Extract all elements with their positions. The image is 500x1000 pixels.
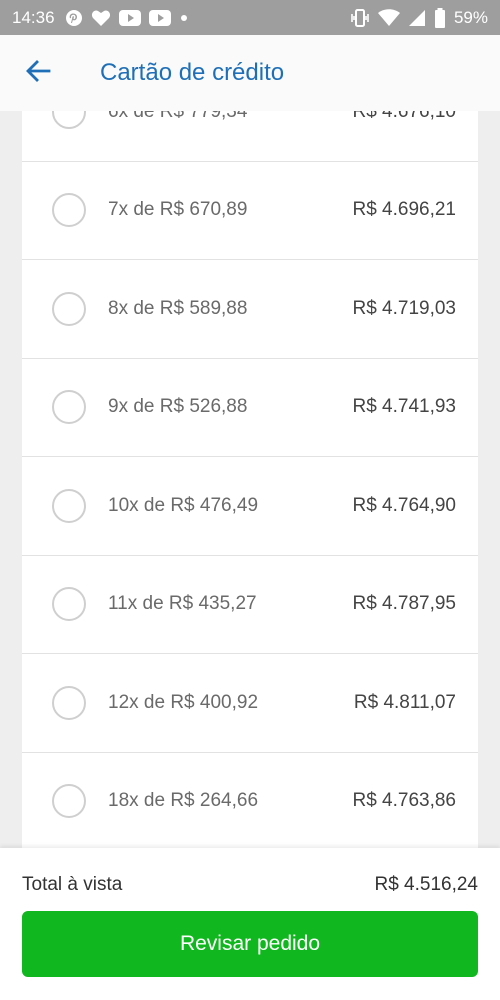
installment-total: R$ 4.763,86 [352,790,456,812]
installment-label: 11x de R$ 435,27 [108,593,257,615]
installment-label: 9x de R$ 526,88 [108,396,248,418]
review-order-button[interactable]: Revisar pedido [22,911,478,977]
installment-label: 12x de R$ 400,92 [108,691,259,713]
back-button[interactable] [0,35,76,111]
installment-label: 18x de R$ 264,66 [108,790,259,812]
youtube-icon [148,9,171,26]
cash-total-label: Total à vista [22,874,123,895]
radio-button[interactable] [52,488,86,523]
installment-option[interactable]: 6x de R$ 779,34 R$ 4.676,10 [22,111,478,162]
radio-button[interactable] [52,390,86,425]
installment-option[interactable]: 10x de R$ 476,49 R$ 4.764,90 [22,457,478,556]
installment-option[interactable]: 7x de R$ 670,89 R$ 4.696,21 [22,162,478,260]
installment-total: R$ 4.719,03 [352,297,456,319]
installment-label: 6x de R$ 779,34 [108,111,248,122]
installment-option[interactable]: 11x de R$ 435,27 R$ 4.787,95 [22,556,478,654]
signal-icon [408,9,426,27]
installment-list[interactable]: 6x de R$ 779,34 R$ 4.676,10 7x de R$ 670… [0,111,500,848]
status-bar: 14:36 59% [0,0,500,35]
radio-button[interactable] [52,291,86,326]
installment-option[interactable]: 18x de R$ 264,66 R$ 4.763,86 [22,753,478,849]
radio-button[interactable] [52,587,86,622]
installment-total: R$ 4.764,90 [352,494,456,516]
installment-total: R$ 4.741,93 [352,396,456,418]
installment-total: R$ 4.787,95 [352,593,456,615]
installment-label: 8x de R$ 589,88 [108,297,248,319]
vibrate-icon [350,8,370,27]
radio-button[interactable] [52,193,86,228]
youtube-icon [118,9,141,26]
battery-icon [434,7,446,28]
installment-total: R$ 4.811,07 [353,691,456,713]
arrow-left-icon [25,58,51,89]
radio-button[interactable] [52,111,86,129]
order-summary: Total à vista R$ 4.516,24 Revisar pedido [0,848,500,1000]
installment-label: 10x de R$ 476,49 [108,494,259,516]
dot-icon [179,13,189,23]
wifi-icon [377,8,400,27]
installment-total: R$ 4.696,21 [352,199,456,221]
installment-option[interactable]: 8x de R$ 589,88 R$ 4.719,03 [22,260,478,359]
system-icons: 59% [350,7,488,28]
cash-total-row: Total à vista R$ 4.516,24 [22,874,478,896]
installment-label: 7x de R$ 670,89 [108,199,248,221]
page-title: Cartão de crédito [100,59,285,86]
app-bar: Cartão de crédito [0,35,500,111]
status-time: 14:36 [12,7,55,27]
radio-button[interactable] [52,685,86,720]
installment-card: 6x de R$ 779,34 R$ 4.676,10 7x de R$ 670… [22,111,478,848]
installment-option[interactable]: 9x de R$ 526,88 R$ 4.741,93 [22,359,478,457]
installment-option[interactable]: 12x de R$ 400,92 R$ 4.811,07 [22,654,478,753]
battery-percent: 59% [453,7,488,27]
cash-total-value: R$ 4.516,24 [374,874,478,895]
installment-total: R$ 4.676,10 [352,111,456,122]
notification-icons [65,9,189,27]
pinterest-icon [65,9,83,27]
radio-button[interactable] [52,784,86,819]
heart-icon [91,9,111,27]
